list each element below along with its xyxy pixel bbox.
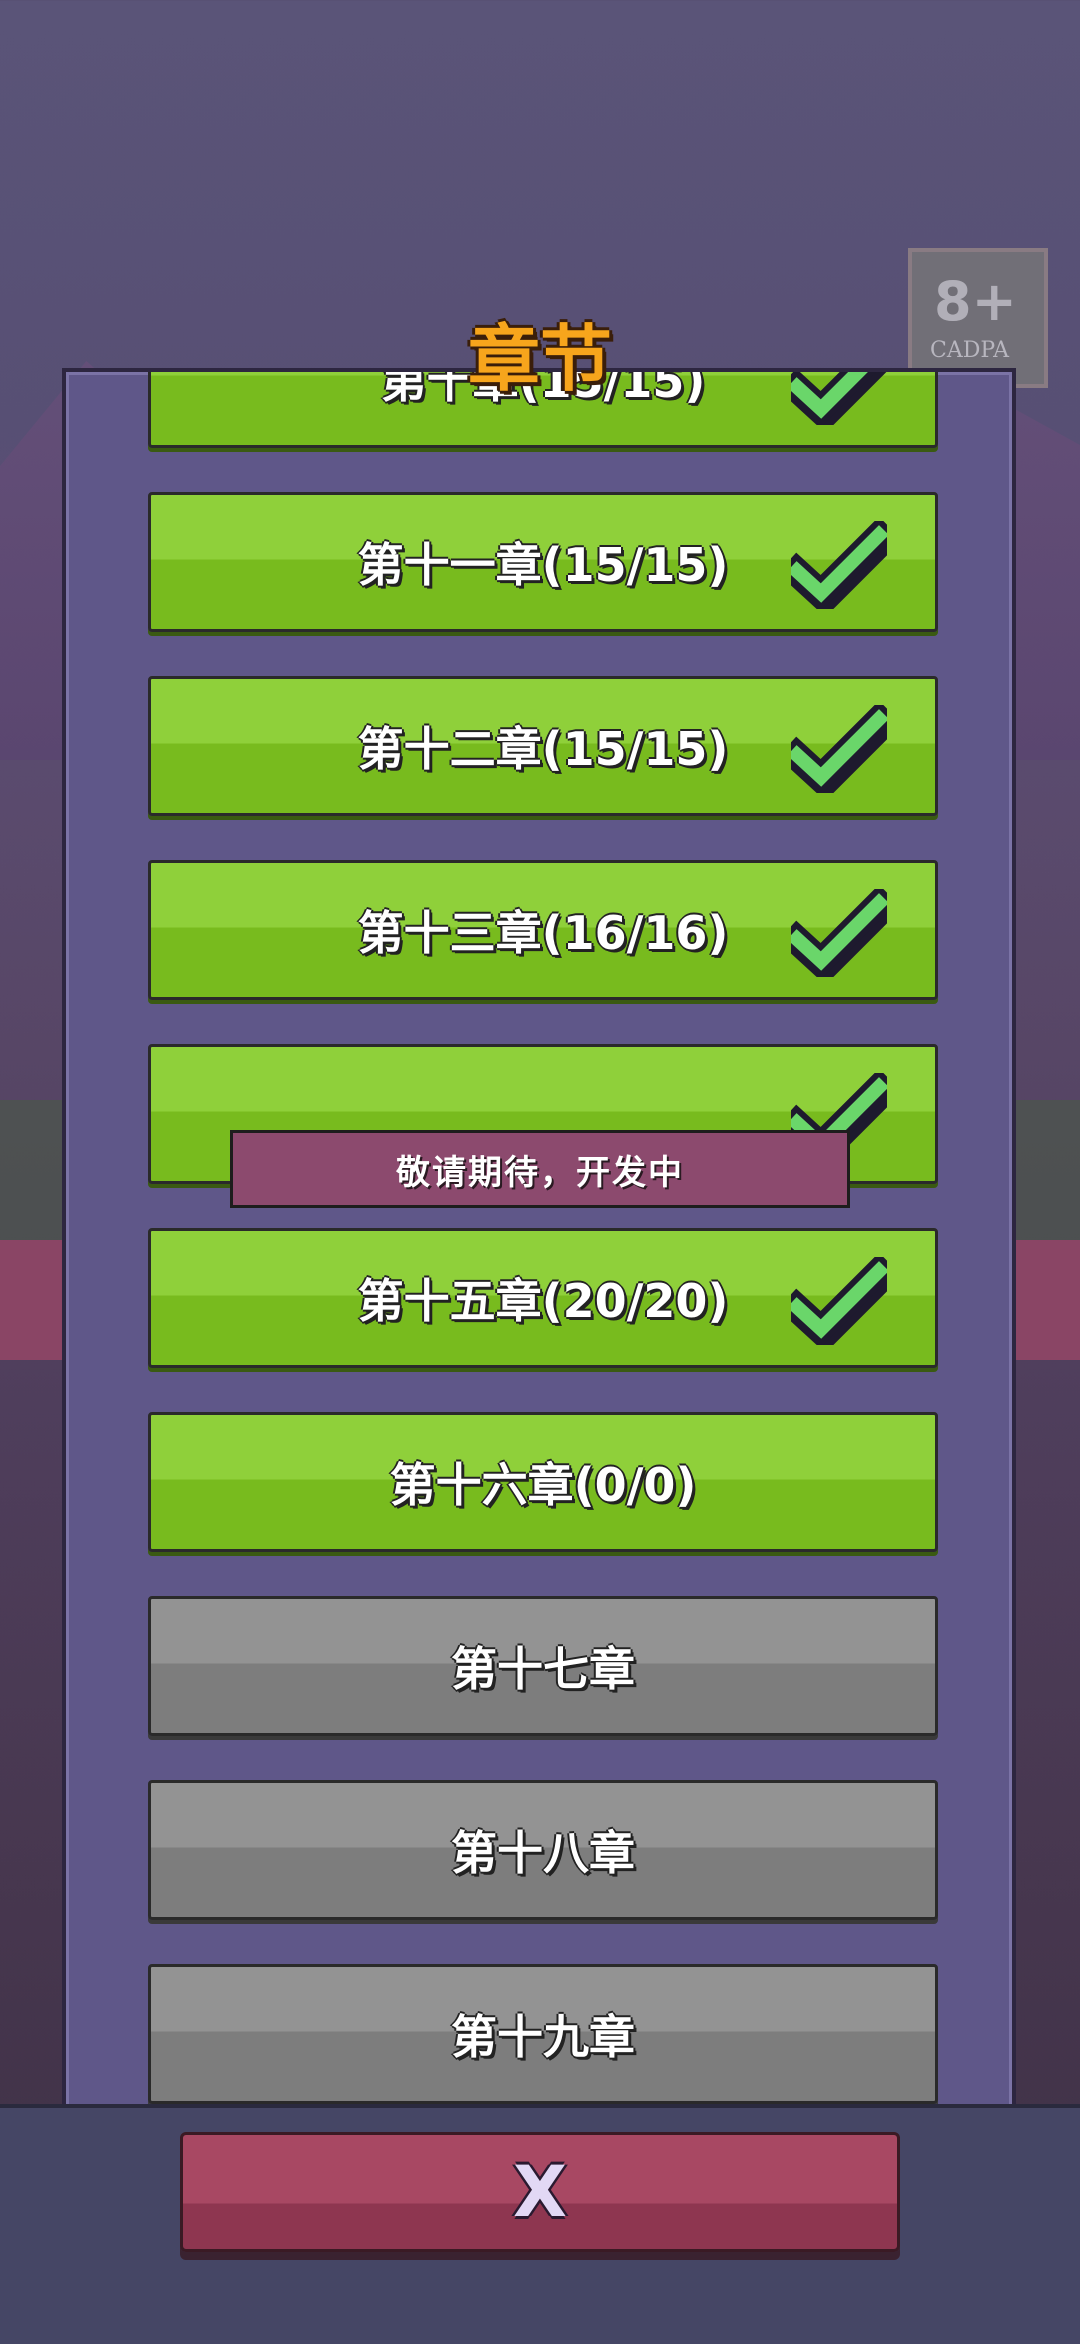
chapter-button[interactable]: 第十六章(0/0) (148, 1412, 938, 1552)
chapter-list-panel[interactable]: 第十章(15/15) 第十一章(15/15) 第十二章(15/15) 第十三章(16/… (62, 368, 1016, 2130)
checkmark-icon (778, 1252, 902, 1353)
chapter-label: 第十一章(15/15) (357, 538, 729, 592)
page-title: 章节 (467, 317, 612, 401)
chapter-label: 第十九章 (451, 2010, 635, 2064)
chapter-label: 第十七章 (451, 1642, 635, 1696)
chapter-button[interactable]: 第十二章(15/15) (148, 676, 938, 816)
background-flowers-left (0, 1240, 70, 1360)
chapter-label: 第十二章(15/15) (357, 722, 729, 776)
chapter-label: 第十三章(16/16) (357, 906, 729, 960)
chapter-button[interactable]: 第十七章 (148, 1596, 938, 1736)
chapter-button[interactable]: 第十一章(15/15) (148, 492, 938, 632)
checkmark-icon (778, 516, 902, 617)
coming-soon-toast: 敬请期待，开发中 (230, 1130, 850, 1208)
chapter-label: 第十八章 (451, 1826, 635, 1880)
chapter-list[interactable]: 第十章(15/15) 第十一章(15/15) 第十二章(15/15) 第十三章(16/… (66, 372, 1012, 2126)
chapter-button[interactable]: 第十九章 (148, 1964, 938, 2104)
background-flowers-right (1010, 1240, 1080, 1360)
close-button[interactable]: X (180, 2132, 900, 2252)
chapter-button[interactable]: 第十五章(20/20) (148, 1228, 938, 1368)
close-button-label: X (513, 2151, 567, 2233)
chapter-button[interactable]: 第十三章(16/16) (148, 860, 938, 1000)
chapter-button[interactable]: 第十八章 (148, 1780, 938, 1920)
checkmark-icon (778, 700, 902, 801)
chapter-label: 第十六章(0/0) (389, 1458, 697, 1512)
toast-message: 敬请期待，开发中 (396, 1152, 684, 1193)
chapter-label: 第十五章(20/20) (357, 1274, 729, 1328)
checkmark-icon (778, 884, 902, 985)
